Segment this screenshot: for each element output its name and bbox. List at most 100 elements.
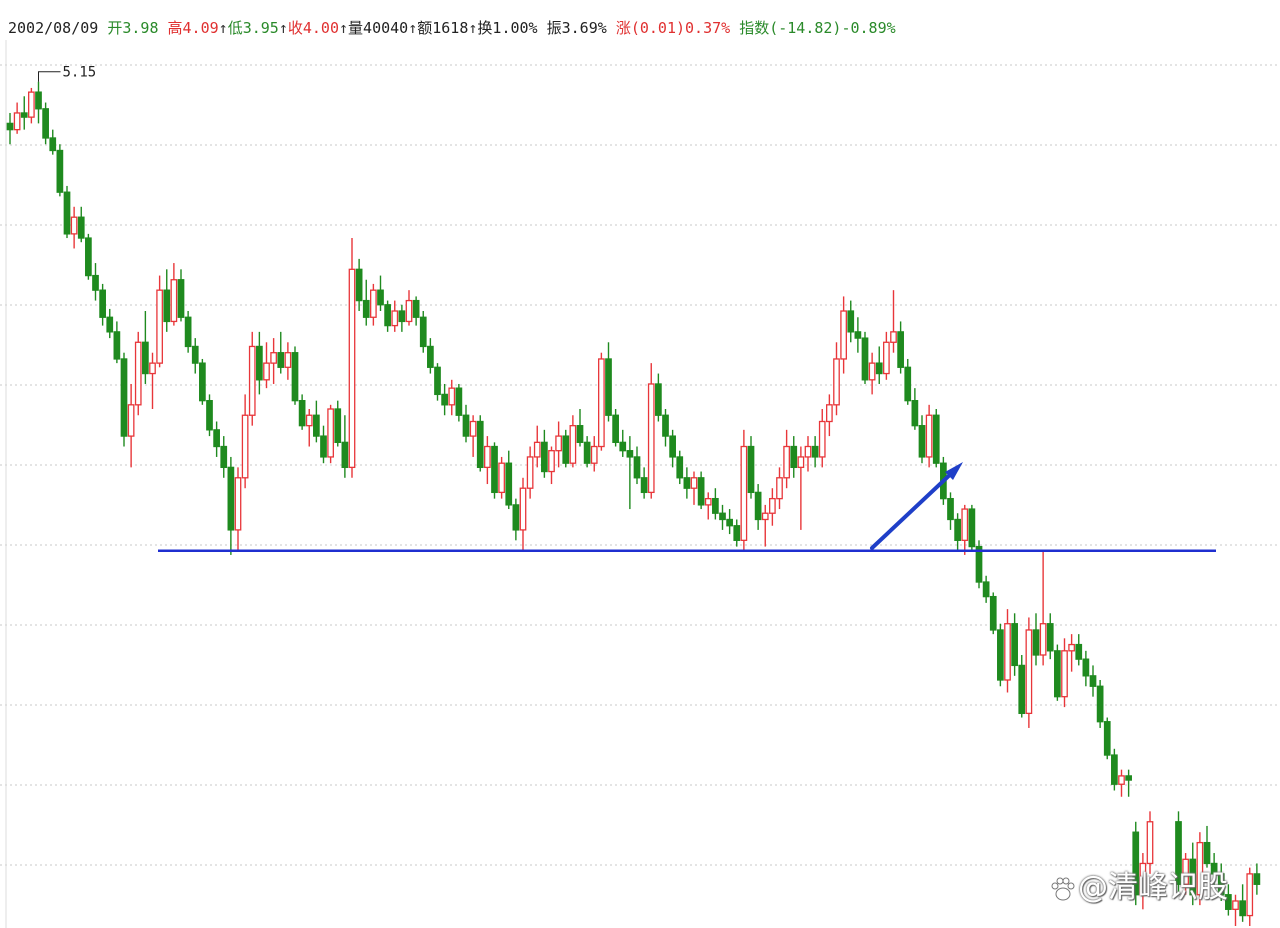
candle-body: [533, 441, 541, 458]
candle-body: [142, 341, 149, 375]
candle-body: [754, 491, 762, 521]
candle-body: [1253, 873, 1261, 885]
candle-body: [263, 362, 270, 381]
candle-body: [1039, 623, 1047, 656]
up-arrow-icon: ↑: [339, 19, 349, 37]
candle-body: [370, 289, 377, 318]
candle-body: [719, 512, 726, 521]
candle-body: [526, 456, 534, 489]
change-label: 涨: [615, 19, 631, 37]
close-value: 4.00: [302, 19, 339, 37]
turnover-label: 换: [477, 19, 493, 37]
amplitude-value: 3.69%: [561, 19, 607, 37]
up-arrow-icon: ↑: [278, 19, 288, 37]
change-value: (0.01): [630, 19, 686, 37]
candle-body: [1018, 664, 1026, 715]
candle-body: [968, 508, 976, 548]
index-pct: -0.89%: [841, 19, 896, 37]
candle-body: [683, 477, 691, 489]
low-value: 3.95: [242, 19, 279, 37]
candle-body: [70, 216, 78, 235]
candle-body: [1203, 841, 1211, 865]
candle-body: [1061, 650, 1068, 698]
up-arrow-icon: ↑: [408, 19, 418, 37]
arrow-shaft: [870, 468, 957, 550]
candle-body: [469, 420, 477, 437]
candle-body: [1096, 685, 1104, 723]
annotations: 5.15: [38, 65, 1216, 552]
amount-value: 1618: [432, 19, 469, 37]
candle-body: [206, 400, 213, 431]
candle-body: [305, 414, 313, 427]
candle-body: [149, 362, 156, 375]
candle-body: [99, 289, 106, 318]
candle-body: [548, 450, 555, 473]
candle-body: [790, 445, 798, 469]
candle-body: [890, 331, 897, 343]
candle-body: [811, 445, 819, 458]
candle-body: [1032, 629, 1040, 656]
candle-body: [861, 337, 869, 381]
candle-body: [989, 595, 997, 631]
ohlc-header: 2002/08/09 开3.98 高4.09↑低3.95↑收4.00↑量4004…: [8, 18, 896, 38]
candle-body: [184, 316, 192, 348]
index-label: 指数: [739, 19, 770, 37]
candle-body: [241, 414, 249, 479]
candle-body: [277, 352, 285, 368]
low-label: 低: [227, 19, 243, 37]
candle-body: [676, 456, 684, 479]
candle-body: [562, 435, 570, 464]
candle-body: [1246, 873, 1254, 917]
candle-body: [213, 429, 220, 448]
candle-body: [669, 435, 676, 458]
candle-body: [56, 149, 64, 193]
turnover-value: 1.00%: [492, 19, 538, 37]
candle-body: [883, 341, 890, 375]
candle-body: [555, 435, 562, 452]
candle-body: [833, 358, 840, 406]
candle-body: [704, 497, 712, 506]
candle-body: [1103, 721, 1111, 756]
candle-body: [690, 477, 698, 489]
candle-body: [598, 358, 605, 448]
candle-body: [77, 216, 85, 239]
candle-body: [947, 497, 954, 521]
candle-body: [712, 497, 719, 514]
candle-body: [134, 341, 142, 406]
candle-body: [362, 299, 370, 318]
high-value: 4.09: [182, 19, 219, 37]
candle-body: [419, 316, 427, 348]
candle-body: [854, 331, 862, 339]
candle-body: [1111, 754, 1118, 785]
candle-body: [733, 525, 741, 541]
candle-body: [840, 310, 847, 360]
candle-body: [49, 137, 57, 152]
candle-body: [918, 425, 926, 458]
candle-body: [612, 414, 619, 443]
candle-body: [954, 518, 961, 541]
candle-body: [476, 420, 484, 469]
candle-body: [541, 441, 548, 473]
candle-body: [776, 477, 783, 500]
candle-body: [761, 512, 769, 521]
paw-icon: [1051, 877, 1075, 900]
candle-body: [576, 425, 584, 443]
candle-body: [441, 393, 448, 406]
candle-body: [640, 477, 648, 494]
candle-body: [619, 441, 627, 452]
candle-body: [113, 331, 121, 360]
amount-label: 额: [417, 19, 433, 37]
candle-body: [220, 445, 228, 469]
candle-body: [434, 366, 441, 396]
candle-body: [35, 91, 42, 110]
candle-body: [1146, 821, 1154, 865]
candle-body: [569, 425, 577, 464]
candle-body: [1011, 623, 1018, 667]
candle-body: [512, 504, 520, 531]
candle-body: [1068, 643, 1075, 652]
candle-body: [348, 268, 356, 469]
candle-body: [740, 445, 748, 541]
candle-body: [505, 462, 513, 506]
candle-body: [92, 274, 99, 291]
close-label: 收: [287, 19, 303, 37]
